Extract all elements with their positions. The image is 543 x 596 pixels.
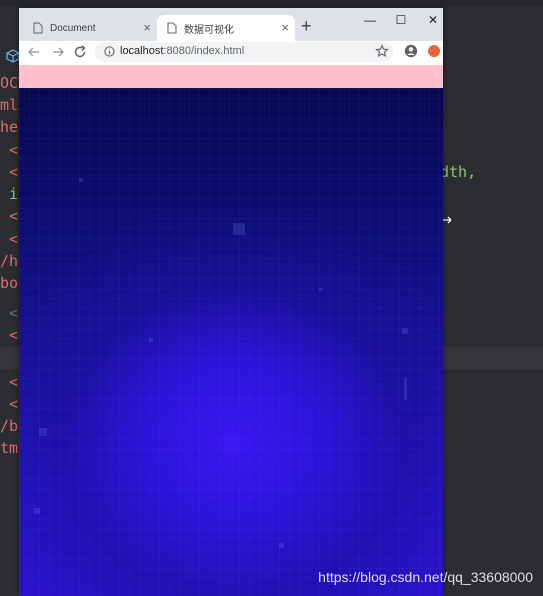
star-icon[interactable] (375, 44, 389, 58)
tab-title: Document (50, 22, 96, 34)
extension-icon[interactable] (428, 45, 440, 57)
background-particle (79, 178, 83, 182)
background-particle (279, 543, 284, 548)
screen: OCT ml hea <r <r in <t <l/he boc < <h </ <s… (0, 0, 543, 596)
close-tab-icon[interactable]: × (281, 21, 289, 34)
background-particle (319, 288, 322, 291)
tab-strip: Document × 数据可视化 × + — ☐ ✕ (19, 8, 443, 41)
tab-title: 数据可视化 (184, 24, 234, 36)
info-icon[interactable] (104, 46, 115, 57)
new-tab-button[interactable]: + (301, 16, 312, 36)
code-fragment: dth, (440, 163, 477, 181)
background-particle (149, 338, 153, 342)
cube-icon (6, 49, 20, 63)
document-icon (33, 22, 43, 34)
url-text[interactable]: localhost:8080/index.html (120, 45, 244, 57)
close-window-button[interactable]: ✕ (425, 12, 441, 28)
background-particle (39, 428, 47, 436)
address-bar[interactable]: localhost:8080/index.html (95, 42, 393, 62)
arrow-right-icon[interactable] (50, 44, 66, 60)
editor-tabstrip (0, 0, 543, 6)
background-grid (19, 88, 443, 596)
code-line: < (0, 304, 19, 322)
code-line: ml (0, 96, 19, 114)
browser-toolbar: localhost:8080/index.html (19, 41, 443, 65)
page-main-background (19, 88, 443, 596)
browser-window: Document × 数据可视化 × + — ☐ ✕ localhost:808… (19, 8, 443, 596)
tab-document[interactable]: Document × (27, 15, 157, 41)
minimize-button[interactable]: — (362, 12, 378, 28)
background-particle (34, 508, 40, 514)
background-particle (404, 378, 407, 400)
document-icon (167, 22, 177, 34)
page-viewport (19, 65, 443, 596)
maximize-button[interactable]: ☐ (393, 12, 409, 28)
close-tab-icon[interactable]: × (143, 21, 151, 34)
page-header (19, 65, 443, 88)
background-particle (233, 223, 245, 235)
url-host: localhost (120, 45, 164, 57)
account-icon[interactable] (404, 44, 418, 58)
watermark-url: https://blog.csdn.net/qq_33608000 (318, 569, 533, 585)
url-path: :8080/index.html (163, 45, 245, 57)
tab-data-visualization[interactable]: 数据可视化 × (157, 15, 295, 41)
reload-icon[interactable] (72, 44, 88, 60)
background-particle (402, 328, 408, 334)
arrow-left-icon[interactable] (26, 44, 42, 60)
